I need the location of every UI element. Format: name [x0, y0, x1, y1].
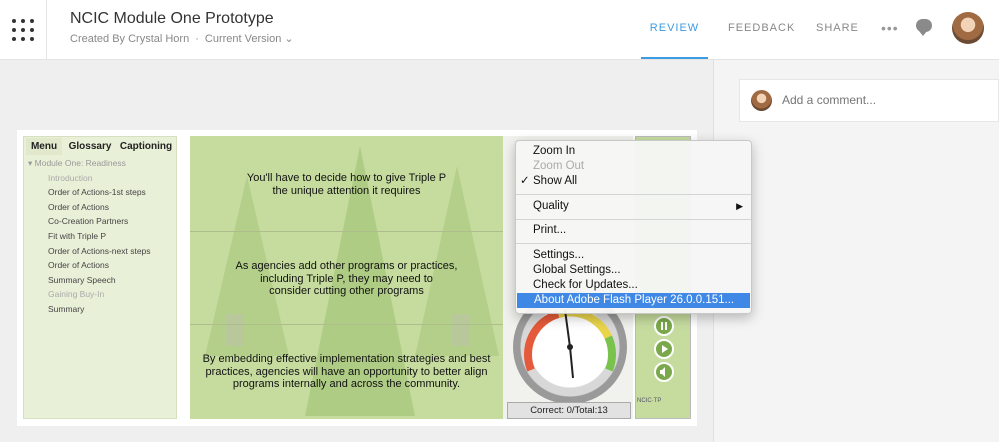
outline-module[interactable]: ▾ Module One: Readiness	[28, 156, 151, 171]
chevron-down-icon: ⌄	[284, 33, 294, 45]
menu-show-all[interactable]: ✓ Show All	[516, 174, 751, 189]
app-grid-icon[interactable]	[0, 0, 47, 59]
version-dropdown[interactable]: Current Version ⌄	[205, 33, 294, 45]
outline-item[interactable]: Order of Actions-next steps	[28, 244, 151, 259]
slide-content: You'll have to decide how to give Triple…	[190, 136, 503, 419]
tab-captioning[interactable]: Captioning	[118, 138, 174, 155]
caption-2: As agencies add other programs or practi…	[235, 260, 458, 297]
menu-separator	[516, 243, 751, 244]
checkmark-icon: ✓	[520, 175, 530, 187]
tab-share[interactable]: SHARE	[816, 0, 859, 59]
play-icon	[662, 345, 668, 353]
page-title: NCIC Module One Prototype	[70, 10, 274, 27]
separator: ·	[195, 33, 199, 45]
menu-settings[interactable]: Settings...	[516, 248, 751, 263]
divider	[190, 324, 503, 325]
menu-quality[interactable]: Quality ▶	[516, 199, 751, 214]
menu-print[interactable]: Print...	[516, 223, 751, 238]
pause-icon	[661, 322, 667, 330]
author-label: Created By Crystal Horn	[70, 33, 190, 45]
outline-item[interactable]: Fit with Triple P	[28, 229, 151, 244]
outline-item[interactable]: Summary	[28, 302, 151, 317]
menu-check-updates[interactable]: Check for Updates...	[516, 278, 751, 293]
commenter-avatar	[751, 90, 772, 111]
tab-review[interactable]: REVIEW	[641, 0, 708, 59]
tab-glossary[interactable]: Glossary	[64, 138, 116, 155]
caption-3: By embedding effective implementation st…	[202, 353, 491, 390]
caption-1: You'll have to decide how to give Triple…	[246, 172, 447, 197]
tab-feedback[interactable]: FEEDBACK	[728, 0, 795, 59]
comment-input[interactable]	[780, 92, 984, 108]
menu-global-settings[interactable]: Global Settings...	[516, 263, 751, 278]
score-counter: Correct: 0/Total:13	[507, 402, 631, 419]
outline-item[interactable]: Order of Actions	[28, 200, 151, 215]
outline-item[interactable]: Order of Actions	[28, 258, 151, 273]
volume-button[interactable]	[654, 362, 674, 382]
menu-zoom-in[interactable]: Zoom In	[516, 144, 751, 159]
menu-separator	[516, 194, 751, 195]
course-outline: ▾ Module One: Readiness Introduction Ord…	[28, 156, 151, 317]
subtitle: Created By Crystal Horn · Current Version …	[70, 32, 294, 45]
more-options-icon[interactable]: •••	[881, 20, 899, 36]
user-avatar[interactable]	[952, 12, 984, 44]
menu-zoom-out: Zoom Out	[533, 160, 585, 172]
version-label: Current Version	[204, 33, 282, 45]
menu-about-flash[interactable]: About Adobe Flash Player 26.0.0.151...	[517, 293, 750, 308]
submenu-arrow-icon: ▶	[736, 201, 743, 211]
tab-menu[interactable]: Menu	[26, 138, 62, 155]
pause-button[interactable]	[654, 316, 674, 336]
outline-item[interactable]: Co-Creation Partners	[28, 214, 151, 229]
speaker-icon	[660, 367, 665, 377]
outline-item[interactable]: Order of Actions-1st steps	[28, 185, 151, 200]
menu-separator	[516, 219, 751, 220]
tree-trunk	[452, 314, 470, 346]
comment-box[interactable]	[739, 79, 999, 122]
play-button[interactable]	[654, 339, 674, 359]
chat-icon[interactable]	[916, 19, 932, 36]
outline-item[interactable]: Introduction	[28, 171, 151, 186]
outline-item[interactable]: Summary Speech	[28, 273, 151, 288]
brand-logo: NCIC·TP	[637, 398, 662, 404]
tree-trunk	[226, 314, 244, 346]
outline-item[interactable]: Gaining Buy-In	[28, 287, 151, 302]
flash-context-menu: Zoom In Zoom Out ✓ Show All Quality ▶ Prin…	[515, 140, 752, 314]
divider	[190, 231, 503, 232]
